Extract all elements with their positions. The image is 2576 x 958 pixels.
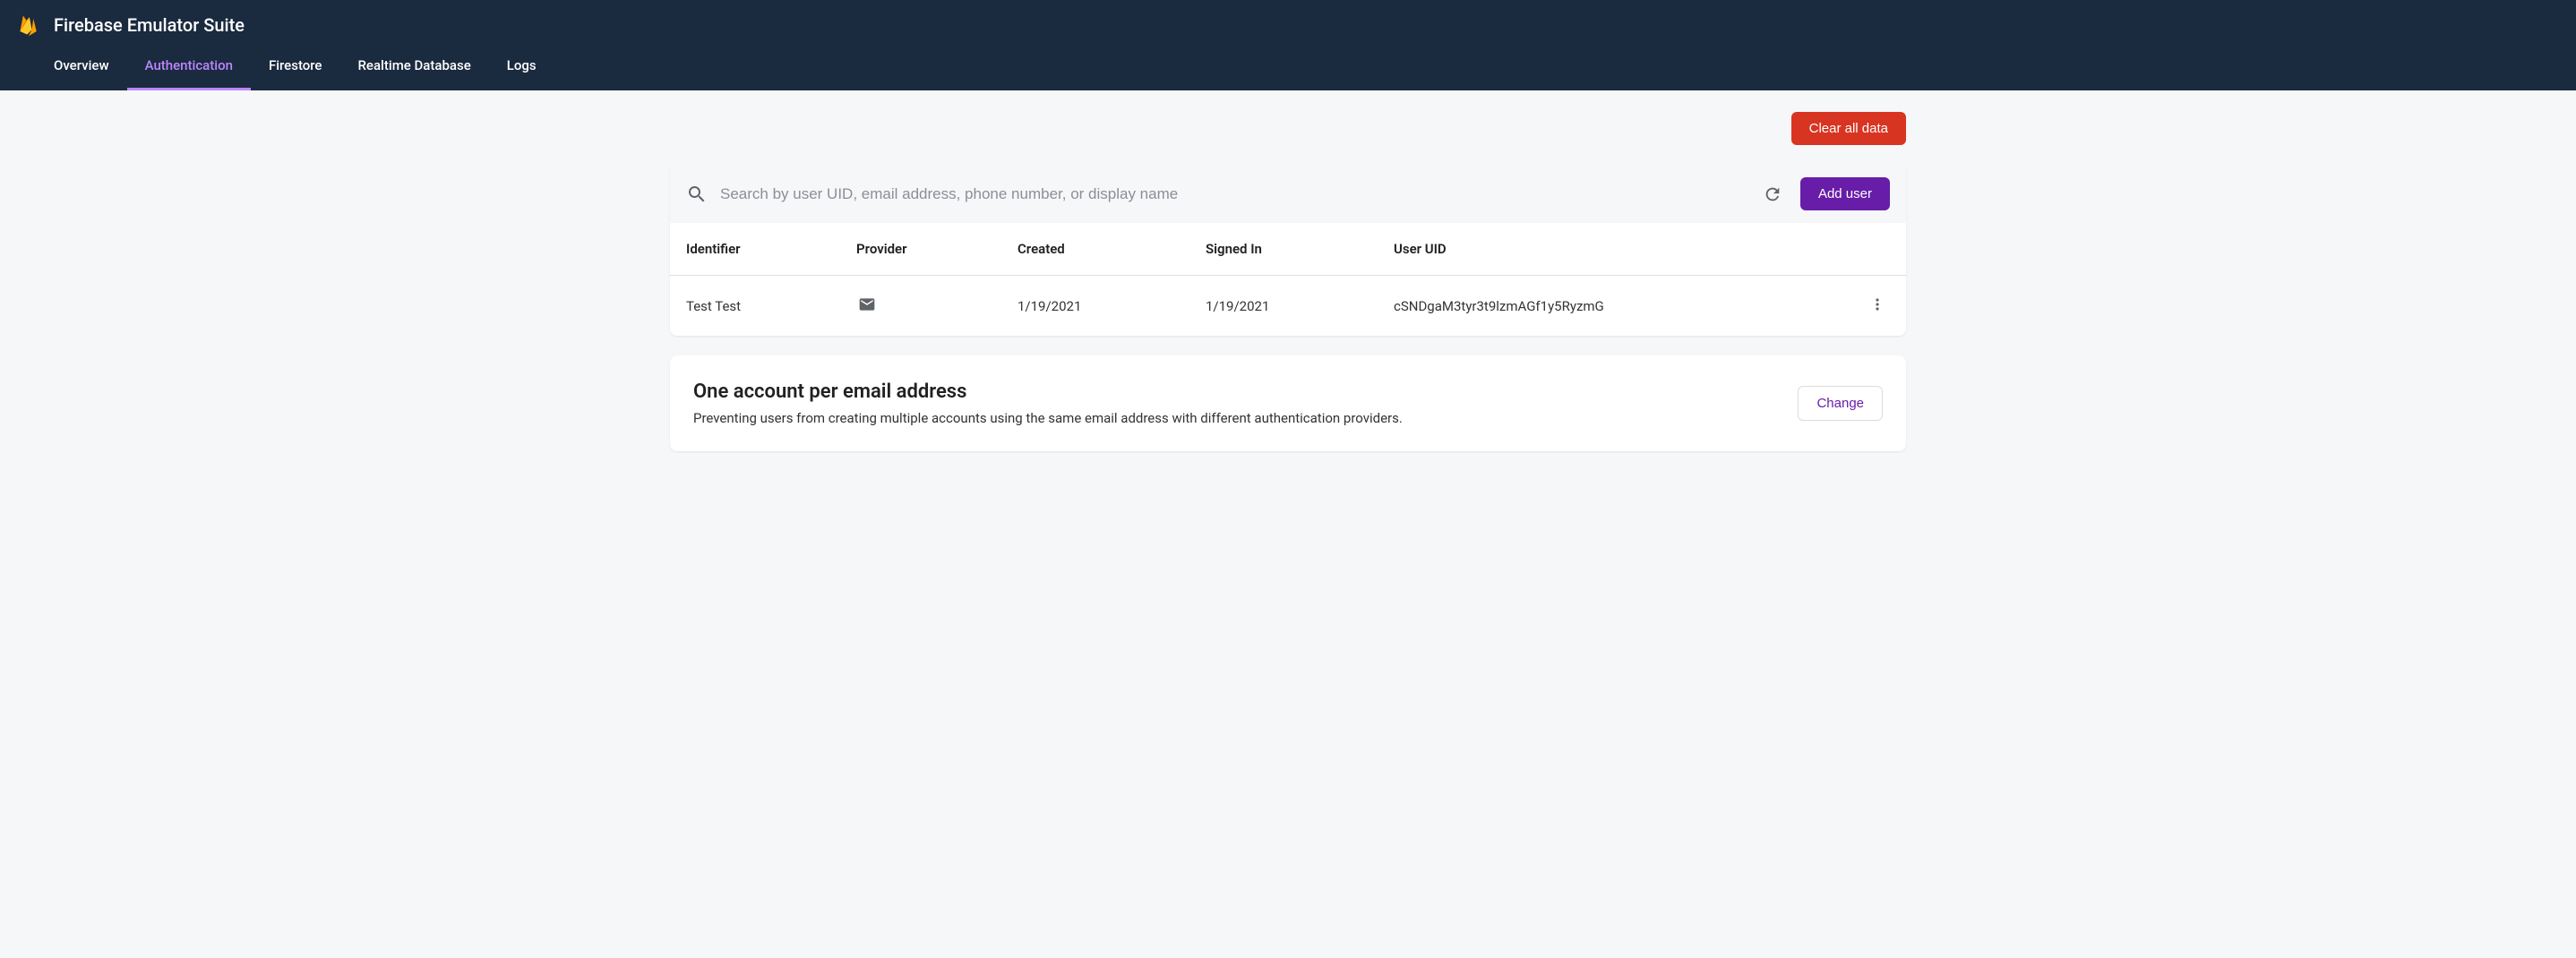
cell-identifier: Test Test [686,298,856,314]
table-row: Test Test 1/19/2021 1/19/2021 cSNDgaM3ty… [670,276,1906,336]
tab-realtime-database[interactable]: Realtime Database [339,41,488,90]
header-top: Firebase Emulator Suite [0,0,2576,41]
firebase-logo-icon [16,13,41,38]
tab-firestore[interactable]: Firestore [251,41,340,90]
refresh-button[interactable] [1757,179,1788,210]
cell-created: 1/19/2021 [1018,298,1206,314]
refresh-icon [1763,184,1782,204]
main-content: Clear all data Add user Identifier Provi… [652,90,1924,492]
settings-text: One account per email address Preventing… [693,381,1403,426]
users-card: Add user Identifier Provider Created Sig… [670,165,1906,336]
cell-signed-in: 1/19/2021 [1206,298,1394,314]
row-more-button[interactable] [1865,292,1890,320]
top-actions: Clear all data [670,112,1906,145]
email-provider-icon [856,295,878,313]
tab-authentication[interactable]: Authentication [127,41,251,90]
settings-description: Preventing users from creating multiple … [693,410,1403,426]
search-input[interactable] [720,185,1745,203]
users-table-header: Identifier Provider Created Signed In Us… [670,223,1906,276]
tab-logs[interactable]: Logs [489,41,554,90]
change-button[interactable]: Change [1798,386,1883,421]
clear-all-data-button[interactable]: Clear all data [1791,112,1906,145]
header-provider: Provider [856,241,1018,257]
search-bar: Add user [670,165,1906,223]
header-identifier: Identifier [686,241,856,257]
cell-user-uid: cSNDgaM3tyr3t9lzmAGf1y5RyzmG [1394,298,1854,314]
header-user-uid: User UID [1394,241,1854,257]
more-vert-icon [1868,295,1886,313]
app-header: Firebase Emulator Suite Overview Authent… [0,0,2576,90]
search-icon [686,184,708,205]
add-user-button[interactable]: Add user [1800,177,1890,210]
cell-provider [856,295,1018,317]
header-signed-in: Signed In [1206,241,1394,257]
settings-card: One account per email address Preventing… [670,355,1906,451]
main-tabs: Overview Authentication Firestore Realti… [0,41,2576,90]
tab-overview[interactable]: Overview [36,41,127,90]
app-title: Firebase Emulator Suite [54,14,245,36]
settings-title: One account per email address [693,381,1403,403]
header-created: Created [1018,241,1206,257]
